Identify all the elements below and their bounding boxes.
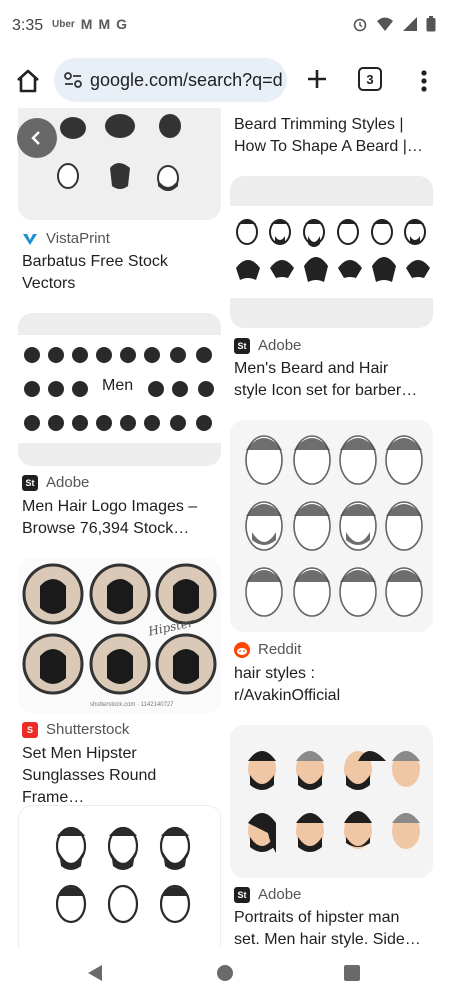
source-name: Adobe — [258, 337, 302, 354]
result-title-6[interactable]: hair styles : r/AvakinOfficial — [234, 663, 439, 707]
status-system-icons — [352, 16, 436, 32]
title-line: Vectors — [22, 275, 76, 292]
result-image-4[interactable] — [18, 805, 221, 948]
title-line: Men Hair Logo Images – — [22, 498, 198, 515]
result-image-5[interactable] — [230, 176, 433, 328]
result-source-1[interactable]: VistaPrint — [22, 230, 110, 247]
gmail-notification-icon: M — [98, 16, 111, 32]
title-line: Men's Beard and Hair — [234, 360, 389, 377]
address-bar[interactable]: google.com/search?q=d — [54, 58, 287, 102]
more-options-button[interactable] — [414, 66, 434, 96]
source-name: Shutterstock — [46, 721, 130, 738]
source-name: Reddit — [258, 641, 302, 658]
google-notification-icon: G — [116, 16, 128, 32]
hair-styles-sketch-image — [245, 435, 423, 617]
plus-icon — [308, 70, 326, 88]
status-time: 3:35 — [12, 17, 44, 34]
result-source-3[interactable]: S Shutterstock — [22, 721, 129, 738]
result-image-2[interactable]: Men — [18, 313, 221, 466]
source-name: VistaPrint — [46, 230, 110, 247]
result-title-2[interactable]: Men Hair Logo Images – Browse 76,394 Sto… — [22, 496, 222, 540]
title-line: r/AvakinOfficial — [234, 687, 341, 704]
result-source-5[interactable]: St Adobe — [234, 337, 301, 354]
new-tab-button[interactable] — [302, 64, 332, 94]
result-title-3[interactable]: Set Men Hipster Sunglasses Round Frame… — [22, 743, 222, 809]
title-line: Beard Trimming Styles | — [234, 116, 404, 133]
reddit-icon — [234, 641, 250, 658]
result-source-6[interactable]: Reddit — [234, 641, 301, 658]
barbershop-sketch-image — [55, 826, 191, 924]
signal-icon — [403, 17, 417, 31]
home-button[interactable] — [12, 65, 44, 97]
result-title-5[interactable]: Men's Beard and Hair style Icon set for … — [234, 358, 439, 402]
result-image-3[interactable]: Hipster shutterstock.com · 1142140727 — [18, 558, 221, 713]
more-vert-icon — [421, 70, 427, 92]
title-line: Sunglasses Round Frame… — [22, 767, 157, 806]
adobe-stock-icon: St — [234, 886, 250, 903]
url-text[interactable]: google.com/search?q=d — [90, 70, 283, 91]
alarm-icon — [353, 18, 367, 32]
battery-icon — [426, 16, 436, 32]
wifi-icon — [377, 17, 393, 31]
shutterstock-watermark: shutterstock.com · 1142140727 — [90, 702, 174, 708]
image-results-grid: VistaPrint Barbatus Free Stock Vectors M… — [0, 108, 450, 948]
tab-switcher-button[interactable]: 3 — [358, 67, 382, 91]
title-line: Set Men Hipster — [22, 745, 137, 762]
source-name: Adobe — [46, 474, 90, 491]
back-overlay-button[interactable] — [17, 118, 57, 158]
site-settings-icon[interactable] — [62, 69, 84, 91]
title-line: set. Men hair style. Side… — [234, 931, 421, 948]
nav-recents-icon[interactable] — [344, 965, 360, 981]
status-notification-icons: Uber M M G — [52, 16, 127, 32]
nav-back-icon[interactable] — [86, 964, 104, 982]
hipster-portraits-image — [248, 751, 420, 853]
gmail-notification-icon: M — [80, 16, 93, 32]
vistaprint-icon — [23, 233, 37, 245]
adobe-stock-icon: St — [234, 337, 250, 354]
title-line: hair styles : — [234, 665, 315, 682]
status-bar: 3:35 Uber M M G — [0, 0, 450, 54]
title-line: style Icon set for barber… — [234, 382, 418, 399]
nav-home-icon[interactable] — [217, 965, 233, 981]
source-name: Adobe — [258, 886, 302, 903]
result-image-7[interactable] — [230, 725, 433, 878]
result-source-7[interactable]: St Adobe — [234, 886, 301, 903]
title-line: Barbatus Free Stock — [22, 253, 168, 270]
title-line: Portraits of hipster man — [234, 909, 400, 926]
shutterstock-icon: S — [22, 721, 38, 738]
men-label: Men — [102, 377, 134, 394]
browser-toolbar: google.com/search?q=d 3 — [0, 54, 450, 108]
title-line: How To Shape A Beard |… — [234, 138, 423, 155]
title-line: Browse 76,394 Stock… — [22, 520, 190, 537]
result-title-7[interactable]: Portraits of hipster man set. Men hair s… — [234, 907, 439, 948]
result-image-6[interactable] — [230, 420, 433, 632]
hipster-round-frames-image — [22, 563, 217, 695]
chevron-left-icon — [31, 131, 40, 145]
result-source-2[interactable]: St Adobe — [22, 474, 89, 491]
beard-icon-set-image — [236, 219, 430, 282]
home-icon — [17, 69, 39, 93]
result-title-1[interactable]: Barbatus Free Stock Vectors — [22, 251, 222, 295]
system-nav-bar — [0, 948, 450, 1000]
result-title-4[interactable]: Beard Trimming Styles | How To Shape A B… — [234, 114, 439, 158]
uber-notification-icon: Uber — [52, 18, 75, 30]
adobe-stock-icon: St — [22, 474, 38, 491]
